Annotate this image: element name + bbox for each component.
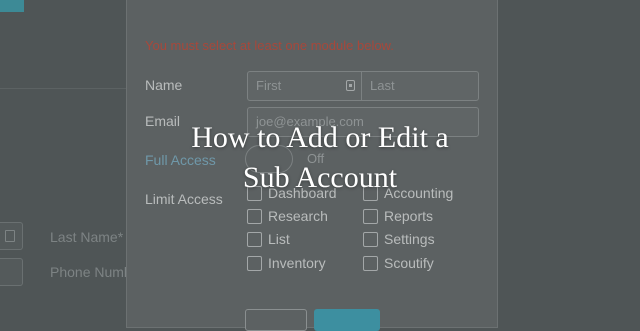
module-label-reports: Reports [384, 208, 434, 224]
module-checkbox-scoutify[interactable] [363, 256, 378, 271]
last-name-placeholder: Last [370, 78, 395, 93]
module-label-research: Research [268, 208, 328, 224]
module-label-list: List [268, 231, 290, 247]
overlay-title: How to Add or Edit a Sub Account [170, 118, 470, 198]
background-input-2[interactable] [0, 258, 23, 286]
module-checkbox-research[interactable] [247, 209, 262, 224]
phone-number-label: Phone Numb [50, 264, 132, 280]
last-name-input[interactable]: Last [361, 71, 479, 101]
module-label-settings: Settings [384, 231, 435, 247]
divider [0, 88, 126, 89]
module-checkbox-settings[interactable] [363, 232, 378, 247]
overlay-title-line-1: How to Add or Edit a [191, 121, 449, 154]
background-input-1[interactable] [0, 222, 23, 250]
module-checkbox-list[interactable] [247, 232, 262, 247]
last-name-label: Last Name* [50, 229, 124, 245]
module-checkbox-reports[interactable] [363, 209, 378, 224]
cancel-button[interactable] [245, 309, 307, 331]
first-name-placeholder: First [256, 78, 282, 93]
module-checkbox-inventory[interactable] [247, 256, 262, 271]
header-tab[interactable] [0, 0, 24, 12]
first-name-input[interactable]: First [247, 71, 362, 101]
module-label-inventory: Inventory [268, 255, 326, 271]
overlay-title-line-2: Sub Account [242, 161, 398, 194]
contact-card-icon [5, 230, 15, 242]
error-message: You must select at least one module belo… [145, 38, 394, 53]
name-label: Name [145, 77, 183, 93]
save-button[interactable] [314, 309, 380, 331]
module-label-scoutify: Scoutify [384, 255, 434, 271]
contact-card-icon [346, 80, 355, 91]
